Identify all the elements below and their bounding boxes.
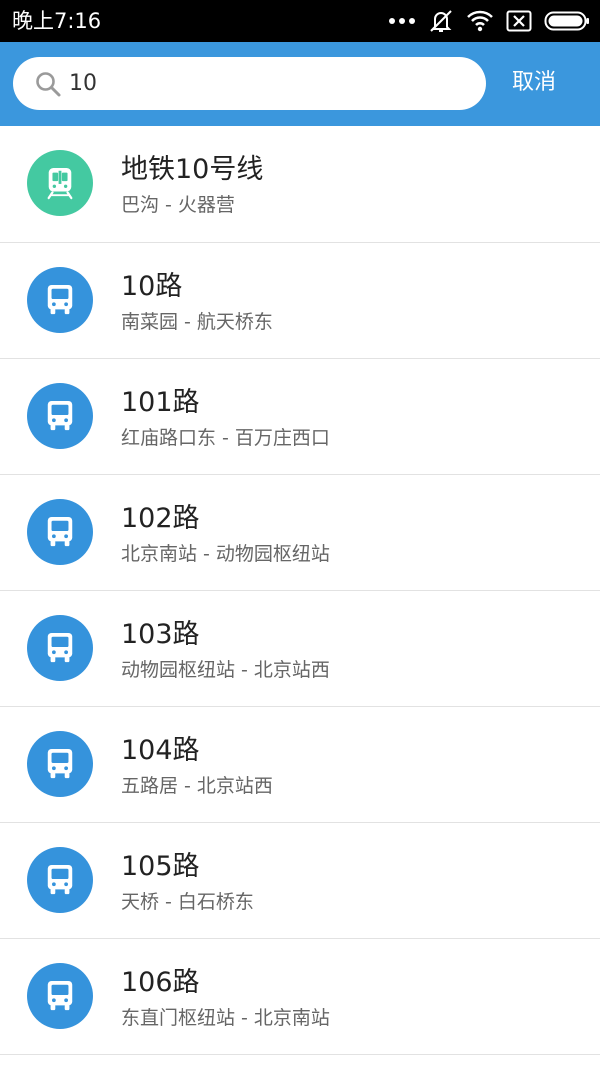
subway-icon xyxy=(27,150,93,216)
result-list: 地铁10号线 巴沟 - 火器营 10路 南菜园 - 航天桥东 101路 红庙路口东 - 百… xyxy=(0,126,600,1055)
bus-icon xyxy=(27,499,93,565)
status-bar: 晚上7:16 xyxy=(0,0,600,42)
no-sim-icon xyxy=(506,10,532,32)
route-stops: 红庙路口东 - 百万庄西口 xyxy=(121,427,330,449)
route-stops: 五路居 - 北京站西 xyxy=(121,775,273,797)
route-list-item[interactable]: 104路五路居 - 北京站西 xyxy=(0,707,600,823)
route-name: 106路 xyxy=(121,967,200,998)
bus-icon xyxy=(27,267,93,333)
route-stops: 南菜园 - 航天桥东 xyxy=(121,311,273,333)
route-list-item[interactable]: 101路红庙路口东 - 百万庄西口 xyxy=(0,359,600,475)
route-stops: 动物园枢纽站 - 北京站西 xyxy=(121,659,330,681)
route-list-item[interactable]: 102路北京南站 - 动物园枢纽站 xyxy=(0,475,600,591)
route-stops: 北京南站 - 动物园枢纽站 xyxy=(121,543,330,565)
bus-icon xyxy=(27,731,93,797)
bus-icon xyxy=(27,615,93,681)
status-time: 晚上7:16 xyxy=(12,9,102,33)
route-stops: 东直门枢纽站 - 北京南站 xyxy=(121,1007,330,1029)
route-name: 103路 xyxy=(121,619,200,650)
bus-icon xyxy=(27,383,93,449)
route-name: 101路 xyxy=(121,387,200,418)
route-list-item[interactable]: 10路南菜园 - 航天桥东 xyxy=(0,243,600,359)
route-stops: 巴沟 - 火器营 xyxy=(121,194,235,216)
search-input[interactable] xyxy=(69,63,469,103)
search-icon xyxy=(36,72,61,97)
route-name: 地铁10号线 xyxy=(121,154,264,185)
route-list-item[interactable]: 105路天桥 - 白石桥东 xyxy=(0,823,600,939)
route-list-item[interactable]: 地铁10号线巴沟 - 火器营 xyxy=(0,126,600,243)
more-dots-icon xyxy=(389,18,415,24)
route-list-item[interactable]: 103路动物园枢纽站 - 北京站西 xyxy=(0,591,600,707)
cancel-button[interactable]: 取消 xyxy=(512,68,556,98)
search-box[interactable] xyxy=(13,57,486,110)
route-list-item[interactable]: 106路东直门枢纽站 - 北京南站 xyxy=(0,939,600,1055)
bus-icon xyxy=(27,963,93,1029)
battery-icon xyxy=(544,11,589,31)
status-icons xyxy=(388,8,590,34)
route-name: 104路 xyxy=(121,735,200,766)
route-name: 102路 xyxy=(121,503,200,534)
route-stops: 天桥 - 白石桥东 xyxy=(121,891,254,913)
mute-icon xyxy=(430,10,452,32)
route-name: 10路 xyxy=(121,271,183,302)
search-bar: 取消 xyxy=(0,42,600,126)
route-name: 105路 xyxy=(121,851,200,882)
bus-icon xyxy=(27,847,93,913)
wifi-icon xyxy=(467,10,493,32)
